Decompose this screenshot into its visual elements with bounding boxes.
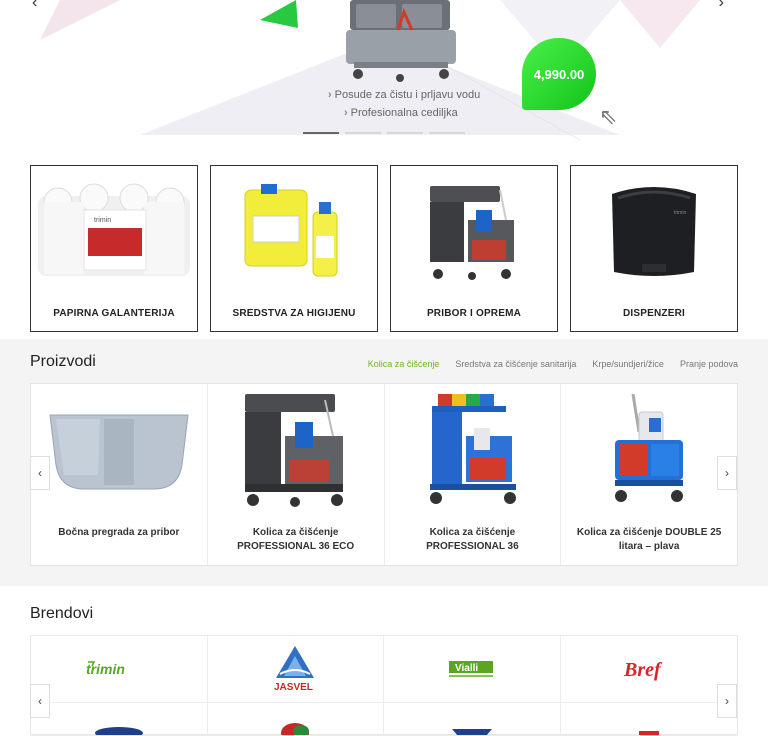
svg-text:Vialli: Vialli — [455, 663, 478, 674]
category-label: PAPIRNA GALANTERIJA — [53, 308, 175, 319]
products-prev-button[interactable]: ‹ — [30, 456, 50, 490]
category-card-pribor-i-oprema[interactable]: PRIBOR I OPREMA — [390, 165, 558, 332]
hero-feature-text: Posude za čistu i prljavu vodu — [334, 89, 481, 101]
slide-indicator[interactable] — [345, 132, 381, 134]
brands-prev-button[interactable]: ‹ — [30, 684, 50, 718]
category-card-sredstva-za-higijenu[interactable]: SREDSTVA ZA HIGIJENU — [210, 165, 378, 332]
trolley-professional-36-image — [385, 390, 561, 510]
category-card-dispenzeri[interactable]: trimin DISPENZERI — [570, 165, 738, 332]
slide-indicator[interactable] — [387, 132, 423, 134]
towel-dispenser-image: trimin — [571, 176, 737, 288]
product-name[interactable]: Kolica za čišćenje DOUBLE 25 litara – pl… — [567, 526, 731, 554]
paper-towel-rolls-image: trimin — [31, 176, 197, 288]
hero-feature-item: › Profesionalna cediljka — [328, 104, 480, 122]
slide-indicator[interactable] — [429, 132, 465, 134]
hero-price-badge: 4,990.00 — [522, 38, 596, 110]
svg-text:JASVEL: JASVEL — [274, 682, 313, 693]
hero-feature-list: › Posude za čistu i prljavu vodu › Profesi… — [328, 86, 480, 122]
chevron-right-icon: › — [328, 89, 332, 101]
brand-logo-vialli[interactable]: Vialli — [384, 636, 561, 703]
filter-tab-krpe[interactable]: Krpe/sundjeri/žice — [592, 359, 664, 369]
brand-logo-partial[interactable] — [560, 703, 737, 736]
svg-text:trimin: trimin — [86, 661, 125, 677]
brand-logo-trimin[interactable]: trimin — [31, 636, 208, 703]
products-next-button[interactable]: › — [717, 456, 737, 490]
hero-slide-indicators — [303, 132, 465, 134]
trolley-professional-36-eco-image — [208, 390, 384, 510]
chevron-right-icon: › — [344, 107, 348, 119]
chevron-right-icon: › — [725, 466, 729, 480]
chevron-left-icon: ‹ — [38, 694, 42, 708]
hero-slider: ‹ › › Posude za čistu i prljavu vodu › Pro… — [0, 0, 768, 150]
slide-indicator[interactable] — [303, 132, 339, 134]
filter-tab-pranje-podova[interactable]: Pranje podova — [680, 359, 738, 369]
product-name[interactable]: Kolica za čišćenje PROFESSIONAL 36 — [391, 526, 555, 554]
product-carousel: Bočna pregrada za pribor Kolica za čišće… — [30, 383, 738, 566]
hero-prev-arrow[interactable]: ‹ — [32, 0, 37, 12]
brand-logo-partial[interactable] — [31, 703, 208, 736]
brands-next-button[interactable]: › — [717, 684, 737, 718]
product-card[interactable]: Kolica za čišćenje PROFESSIONAL 36 ECO — [208, 384, 385, 565]
svg-text:trimin: trimin — [674, 210, 686, 216]
product-card[interactable]: Bočna pregrada za pribor — [31, 384, 208, 565]
category-label: DISPENZERI — [622, 308, 685, 319]
svg-text:Bref: Bref — [623, 659, 663, 681]
category-grid: trimin PAPIRNA GALANTERIJA SREDSTVA ZA H… — [30, 165, 738, 332]
filter-tab-kolica[interactable]: Kolica za čišćenje — [368, 359, 440, 369]
product-name[interactable]: Bočna pregrada za pribor — [37, 526, 201, 540]
product-card[interactable]: Kolica za čišćenje DOUBLE 25 litara – pl… — [561, 384, 737, 565]
brand-logo-jasvel[interactable]: JASVEL — [207, 636, 384, 703]
product-card[interactable]: Kolica za čišćenje PROFESSIONAL 36 — [385, 384, 562, 565]
side-compartment-image — [31, 390, 207, 510]
brands-section: Brendovi trimin JASVEL Vialli Bref ‹ › — [0, 586, 768, 736]
brands-title: Brendovi — [30, 605, 94, 622]
brand-grid: trimin JASVEL Vialli Bref — [30, 635, 738, 736]
products-filter-tabs: Kolica za čišćenje Sredstva za čišćenje … — [368, 359, 738, 369]
brand-logo-partial[interactable] — [207, 703, 384, 736]
mop-bucket-trolley-image — [346, 0, 456, 82]
product-name[interactable]: Kolica za čišćenje PROFESSIONAL 36 ECO — [214, 526, 378, 554]
hero-feature-text: Profesionalna cediljka — [350, 107, 458, 119]
arrow-up-left-icon: ⇖ — [599, 104, 618, 129]
category-label: PRIBOR I OPREMA — [426, 308, 522, 319]
category-label: SREDSTVA ZA HIGIJENU — [232, 308, 356, 319]
brand-logo-partial[interactable] — [384, 703, 561, 736]
chevron-right-icon: › — [725, 694, 729, 708]
hero-feature-item: › Posude za čistu i prljavu vodu — [328, 86, 480, 104]
filter-tab-sredstva-sanitarija[interactable]: Sredstva za čišćenje sanitarija — [455, 359, 576, 369]
detergent-bottles-image — [211, 176, 377, 288]
products-title: Proizvodi — [30, 353, 96, 370]
brand-logo-bref[interactable]: Bref — [560, 636, 737, 703]
hero-next-arrow[interactable]: › — [719, 0, 724, 12]
chevron-left-icon: ‹ — [38, 466, 42, 480]
svg-text:trimin: trimin — [94, 217, 111, 224]
products-section: Proizvodi Kolica za čišćenje Sredstva za… — [0, 339, 768, 586]
category-card-papirna-galanterija[interactable]: trimin PAPIRNA GALANTERIJA — [30, 165, 198, 332]
trolley-double-25-image — [561, 390, 737, 510]
cleaning-trolley-image — [391, 176, 557, 288]
